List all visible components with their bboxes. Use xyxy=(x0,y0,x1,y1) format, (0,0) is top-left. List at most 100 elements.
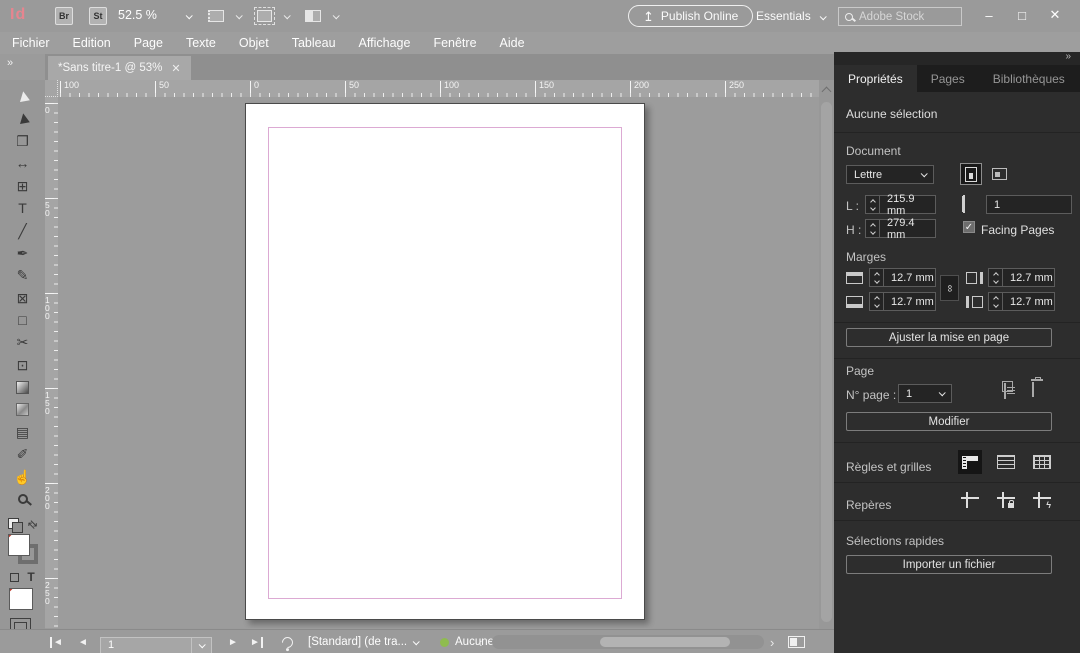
top-margin-stepper[interactable] xyxy=(869,268,884,287)
zoom-level-dropdown[interactable]: 52.5 % xyxy=(118,8,191,22)
horizontal-scroll-thumb[interactable] xyxy=(600,637,730,647)
pencil-tool[interactable]: ✎ xyxy=(0,264,45,286)
vertical-scrollbar[interactable] xyxy=(819,80,834,653)
lock-guides-button[interactable] xyxy=(994,488,1018,512)
next-page-button[interactable]: ► xyxy=(228,630,238,653)
panel-tab[interactable]: Propriétés xyxy=(834,65,917,92)
height-field[interactable]: 279.4 mm xyxy=(879,219,936,238)
direct-selection-tool[interactable]: ▶ xyxy=(0,107,45,129)
swap-fill-stroke-icon[interactable]: ⇄ xyxy=(25,517,41,533)
tools-panel-expand-icon[interactable]: » xyxy=(7,57,12,69)
pasteboard[interactable] xyxy=(58,97,819,628)
document-page[interactable] xyxy=(245,103,645,620)
pages-count-field[interactable]: 1 xyxy=(986,195,1072,214)
width-field[interactable]: 215.9 mm xyxy=(879,195,936,214)
content-collector-tool[interactable]: ⊞ xyxy=(0,175,45,197)
panel-collapse-icon[interactable]: » xyxy=(1065,51,1070,62)
link-margins-button[interactable]: ∞ xyxy=(940,275,959,301)
preflight-icon[interactable] xyxy=(282,630,293,653)
adjust-layout-button[interactable]: Ajuster la mise en page xyxy=(846,328,1052,347)
fill-swatch[interactable] xyxy=(8,534,30,556)
document-layout-dropdown[interactable] xyxy=(305,7,338,25)
formatting-affects-text-icon[interactable]: T xyxy=(27,570,34,584)
workspace-switcher[interactable]: Essentials xyxy=(756,9,825,23)
selection-tool[interactable]: ▶ xyxy=(0,85,45,107)
publish-online-button[interactable]: ↥ Publish Online xyxy=(628,5,753,27)
view-options-dropdown[interactable] xyxy=(208,7,241,25)
bottom-margin-stepper[interactable] xyxy=(869,292,884,311)
close-button[interactable]: ✕ xyxy=(1041,4,1069,26)
rectangle-frame-tool[interactable]: ⊠ xyxy=(0,287,45,309)
hand-tool[interactable]: ☝ xyxy=(0,466,45,488)
page-number-select[interactable]: 1 xyxy=(898,384,952,403)
color-theme-tool[interactable]: ✐ xyxy=(0,443,45,465)
horizontal-scrollbar[interactable] xyxy=(492,635,764,649)
close-tab-icon[interactable]: ✕ xyxy=(171,62,180,75)
portrait-orientation-button[interactable] xyxy=(960,163,982,185)
vertical-ruler[interactable]: 050100150200250 xyxy=(45,97,58,628)
note-tool[interactable]: ▤ xyxy=(0,421,45,443)
left-margin-field[interactable]: 12.7 mm xyxy=(1002,292,1055,311)
adobe-stock-search[interactable]: Adobe Stock xyxy=(838,7,962,26)
menu-item[interactable]: Aide xyxy=(500,36,537,50)
gradient-swatch-tool[interactable] xyxy=(0,376,45,398)
stock-button[interactable]: St xyxy=(89,7,107,25)
page-tool[interactable]: ❐ xyxy=(0,130,45,152)
width-stepper[interactable] xyxy=(865,195,880,214)
right-margin-field[interactable]: 12.7 mm xyxy=(1002,268,1055,287)
maximize-button[interactable]: □ xyxy=(1008,4,1036,26)
height-stepper[interactable] xyxy=(865,219,880,238)
menu-item[interactable]: Affichage xyxy=(359,36,423,50)
apply-none-button[interactable] xyxy=(9,588,33,610)
free-transform-tool[interactable]: ⊡ xyxy=(0,354,45,376)
show-guides-button[interactable] xyxy=(958,488,982,512)
screen-mode-dropdown[interactable] xyxy=(257,7,289,25)
document-grid-button[interactable] xyxy=(1030,450,1054,474)
default-swatches-icon[interactable] xyxy=(8,518,19,529)
horizontal-ruler[interactable]: 10050050100150200250300 xyxy=(58,80,819,97)
preflight-profile-dropdown[interactable]: [Standard] (de tra... xyxy=(308,630,418,653)
menu-item[interactable]: Objet xyxy=(239,36,281,50)
bridge-button[interactable]: Br xyxy=(55,7,73,25)
menu-item[interactable]: Page xyxy=(134,36,175,50)
gap-tool[interactable]: ↔ xyxy=(0,152,45,174)
line-tool[interactable]: ╱ xyxy=(0,219,45,241)
delete-page-button[interactable] xyxy=(1032,382,1034,396)
last-page-button[interactable]: ► xyxy=(250,630,263,653)
smart-guides-button[interactable]: ϟ xyxy=(1030,488,1054,512)
vertical-scroll-thumb[interactable] xyxy=(821,102,832,622)
document-tab[interactable]: *Sans titre-1 @ 53% ✕ xyxy=(48,56,191,80)
formatting-affects-container-icon[interactable] xyxy=(10,573,19,582)
panel-tab[interactable]: Bibliothèques xyxy=(979,65,1079,92)
scroll-left-icon[interactable]: ‹ xyxy=(478,630,482,653)
scissors-tool[interactable]: ✂ xyxy=(0,331,45,353)
top-margin-field[interactable]: 12.7 mm xyxy=(883,268,936,287)
minimize-button[interactable]: – xyxy=(975,4,1003,26)
bottom-margin-field[interactable]: 12.7 mm xyxy=(883,292,936,311)
right-margin-stepper[interactable] xyxy=(988,268,1003,287)
panel-tab[interactable]: Pages xyxy=(917,65,979,92)
menu-item[interactable]: Fichier xyxy=(12,36,62,50)
previous-page-button[interactable]: ◄ xyxy=(78,630,88,653)
import-file-button[interactable]: Importer un fichier xyxy=(846,555,1052,574)
pen-tool[interactable]: ✒ xyxy=(0,242,45,264)
zoom-tool[interactable] xyxy=(0,488,45,510)
scroll-up-icon[interactable] xyxy=(822,87,832,97)
menu-item[interactable]: Fenêtre xyxy=(433,36,488,50)
landscape-orientation-button[interactable] xyxy=(988,163,1010,185)
facing-pages-checkbox[interactable] xyxy=(963,221,975,233)
rectangle-tool[interactable]: □ xyxy=(0,309,45,331)
edit-page-button[interactable]: Modifier xyxy=(846,412,1052,431)
menu-item[interactable]: Texte xyxy=(186,36,228,50)
first-page-button[interactable]: ◄ xyxy=(50,630,63,653)
ruler-origin-corner[interactable] xyxy=(45,80,58,97)
page-dropdown[interactable] xyxy=(191,638,211,653)
show-rulers-button[interactable] xyxy=(958,450,982,474)
add-page-button[interactable] xyxy=(1004,384,1006,398)
split-window-button[interactable] xyxy=(788,630,805,653)
left-margin-stepper[interactable] xyxy=(988,292,1003,311)
baseline-grid-button[interactable] xyxy=(994,450,1018,474)
menu-item[interactable]: Edition xyxy=(73,36,123,50)
page-number-field[interactable]: 1 xyxy=(100,633,212,653)
gradient-feather-tool[interactable] xyxy=(0,398,45,420)
